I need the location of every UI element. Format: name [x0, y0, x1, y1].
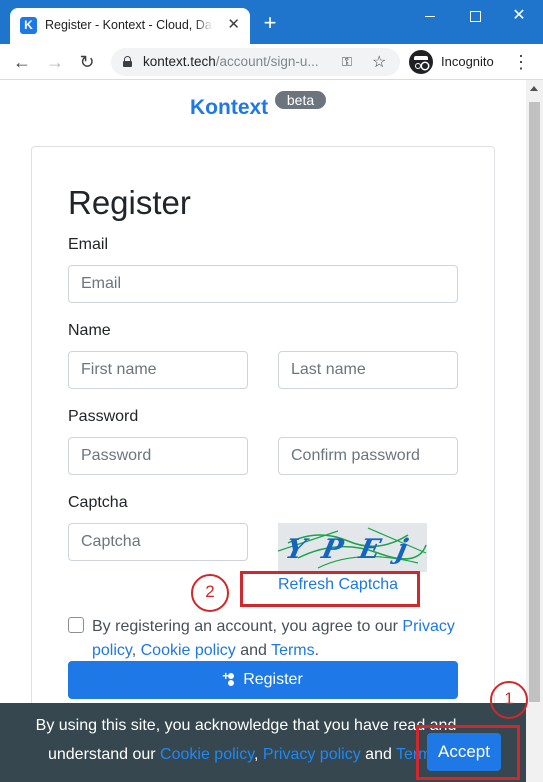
scrollbar-thumb[interactable]: [529, 102, 540, 702]
user-plus-icon: [222, 669, 239, 685]
register-button-label: Register: [243, 671, 303, 688]
forward-arrow-icon[interactable]: →: [43, 50, 67, 74]
page-title: Register: [68, 184, 191, 221]
lock-icon[interactable]: [123, 56, 132, 67]
cookie-banner-text: By using this site, you acknowledge that…: [8, 711, 484, 769]
url-host: kontext.tech: [143, 54, 216, 69]
tab-close-icon[interactable]: ✕: [227, 16, 240, 34]
url-text[interactable]: kontext.tech/account/sign-u...: [143, 54, 337, 69]
site-logo[interactable]: Kontext: [190, 96, 268, 120]
captcha-label: Captcha: [68, 494, 128, 511]
agreement-and: and: [235, 642, 272, 659]
browser-toolbar: ← → ↻ kontext.tech/account/sign-u... ⚿ ☆…: [0, 44, 543, 80]
agreement-comma: ,: [131, 642, 141, 659]
annotation-marker-2: 2: [191, 574, 229, 612]
agreement-period: .: [314, 642, 320, 659]
beta-badge: beta: [275, 91, 326, 109]
captcha-image-text: YPEj: [282, 534, 427, 565]
agree-checkbox[interactable]: [68, 617, 84, 633]
captcha-image: YPEj: [278, 523, 427, 572]
minimize-button[interactable]: [410, 4, 450, 28]
page-scrollbar[interactable]: [526, 80, 543, 782]
cookie-banner-and: and: [360, 746, 397, 763]
password-label: Password: [68, 408, 139, 425]
password-field[interactable]: [68, 437, 248, 475]
captcha-field[interactable]: [68, 523, 248, 561]
maximize-button[interactable]: [455, 4, 495, 28]
incognito-indicator[interactable]: Incognito: [409, 48, 499, 76]
incognito-icon: [409, 50, 433, 74]
scroll-up-arrow-icon[interactable]: [530, 86, 538, 91]
key-icon[interactable]: ⚿: [342, 54, 352, 70]
confirm-password-field[interactable]: [278, 437, 458, 475]
banner-privacy-policy-link[interactable]: Privacy policy: [263, 746, 361, 763]
first-name-field[interactable]: [68, 351, 248, 389]
register-button[interactable]: Register: [68, 661, 458, 699]
kontext-favicon-icon: K: [20, 17, 37, 34]
tab-title: Register - Kontext - Cloud, Data and AI: [45, 18, 213, 32]
browser-tab-bar: K Register - Kontext - Cloud, Data and A…: [0, 0, 543, 44]
name-label: Name: [68, 322, 111, 339]
close-window-button[interactable]: ✕: [499, 4, 539, 28]
back-arrow-icon[interactable]: ←: [10, 50, 34, 74]
bookmark-star-icon[interactable]: ☆: [372, 52, 386, 72]
email-label: Email: [68, 236, 109, 253]
agreement-text: By registering an account, you agree to …: [92, 615, 472, 663]
terms-link[interactable]: Terms: [271, 642, 315, 659]
url-path: /account/sign-u...: [215, 54, 319, 69]
annotation-marker-1: 1: [490, 681, 528, 719]
annotation-box-refresh-captcha: [240, 571, 420, 607]
address-bar[interactable]: kontext.tech/account/sign-u... ⚿ ☆: [111, 48, 400, 76]
cookie-banner-sep: ,: [254, 746, 263, 763]
browser-menu-icon[interactable]: ⋮: [511, 50, 531, 74]
agreement-prefix: By registering an account, you agree to …: [92, 618, 403, 635]
annotation-box-accept: [416, 725, 520, 780]
browser-tab[interactable]: K Register - Kontext - Cloud, Data and A…: [10, 8, 250, 44]
cookie-policy-link[interactable]: Cookie policy: [141, 642, 236, 659]
incognito-label: Incognito: [441, 54, 494, 69]
banner-cookie-policy-link[interactable]: Cookie policy: [160, 746, 254, 763]
last-name-field[interactable]: [278, 351, 458, 389]
new-tab-button[interactable]: +: [259, 12, 281, 34]
reload-icon[interactable]: ↻: [75, 50, 99, 74]
email-field[interactable]: [68, 265, 458, 303]
